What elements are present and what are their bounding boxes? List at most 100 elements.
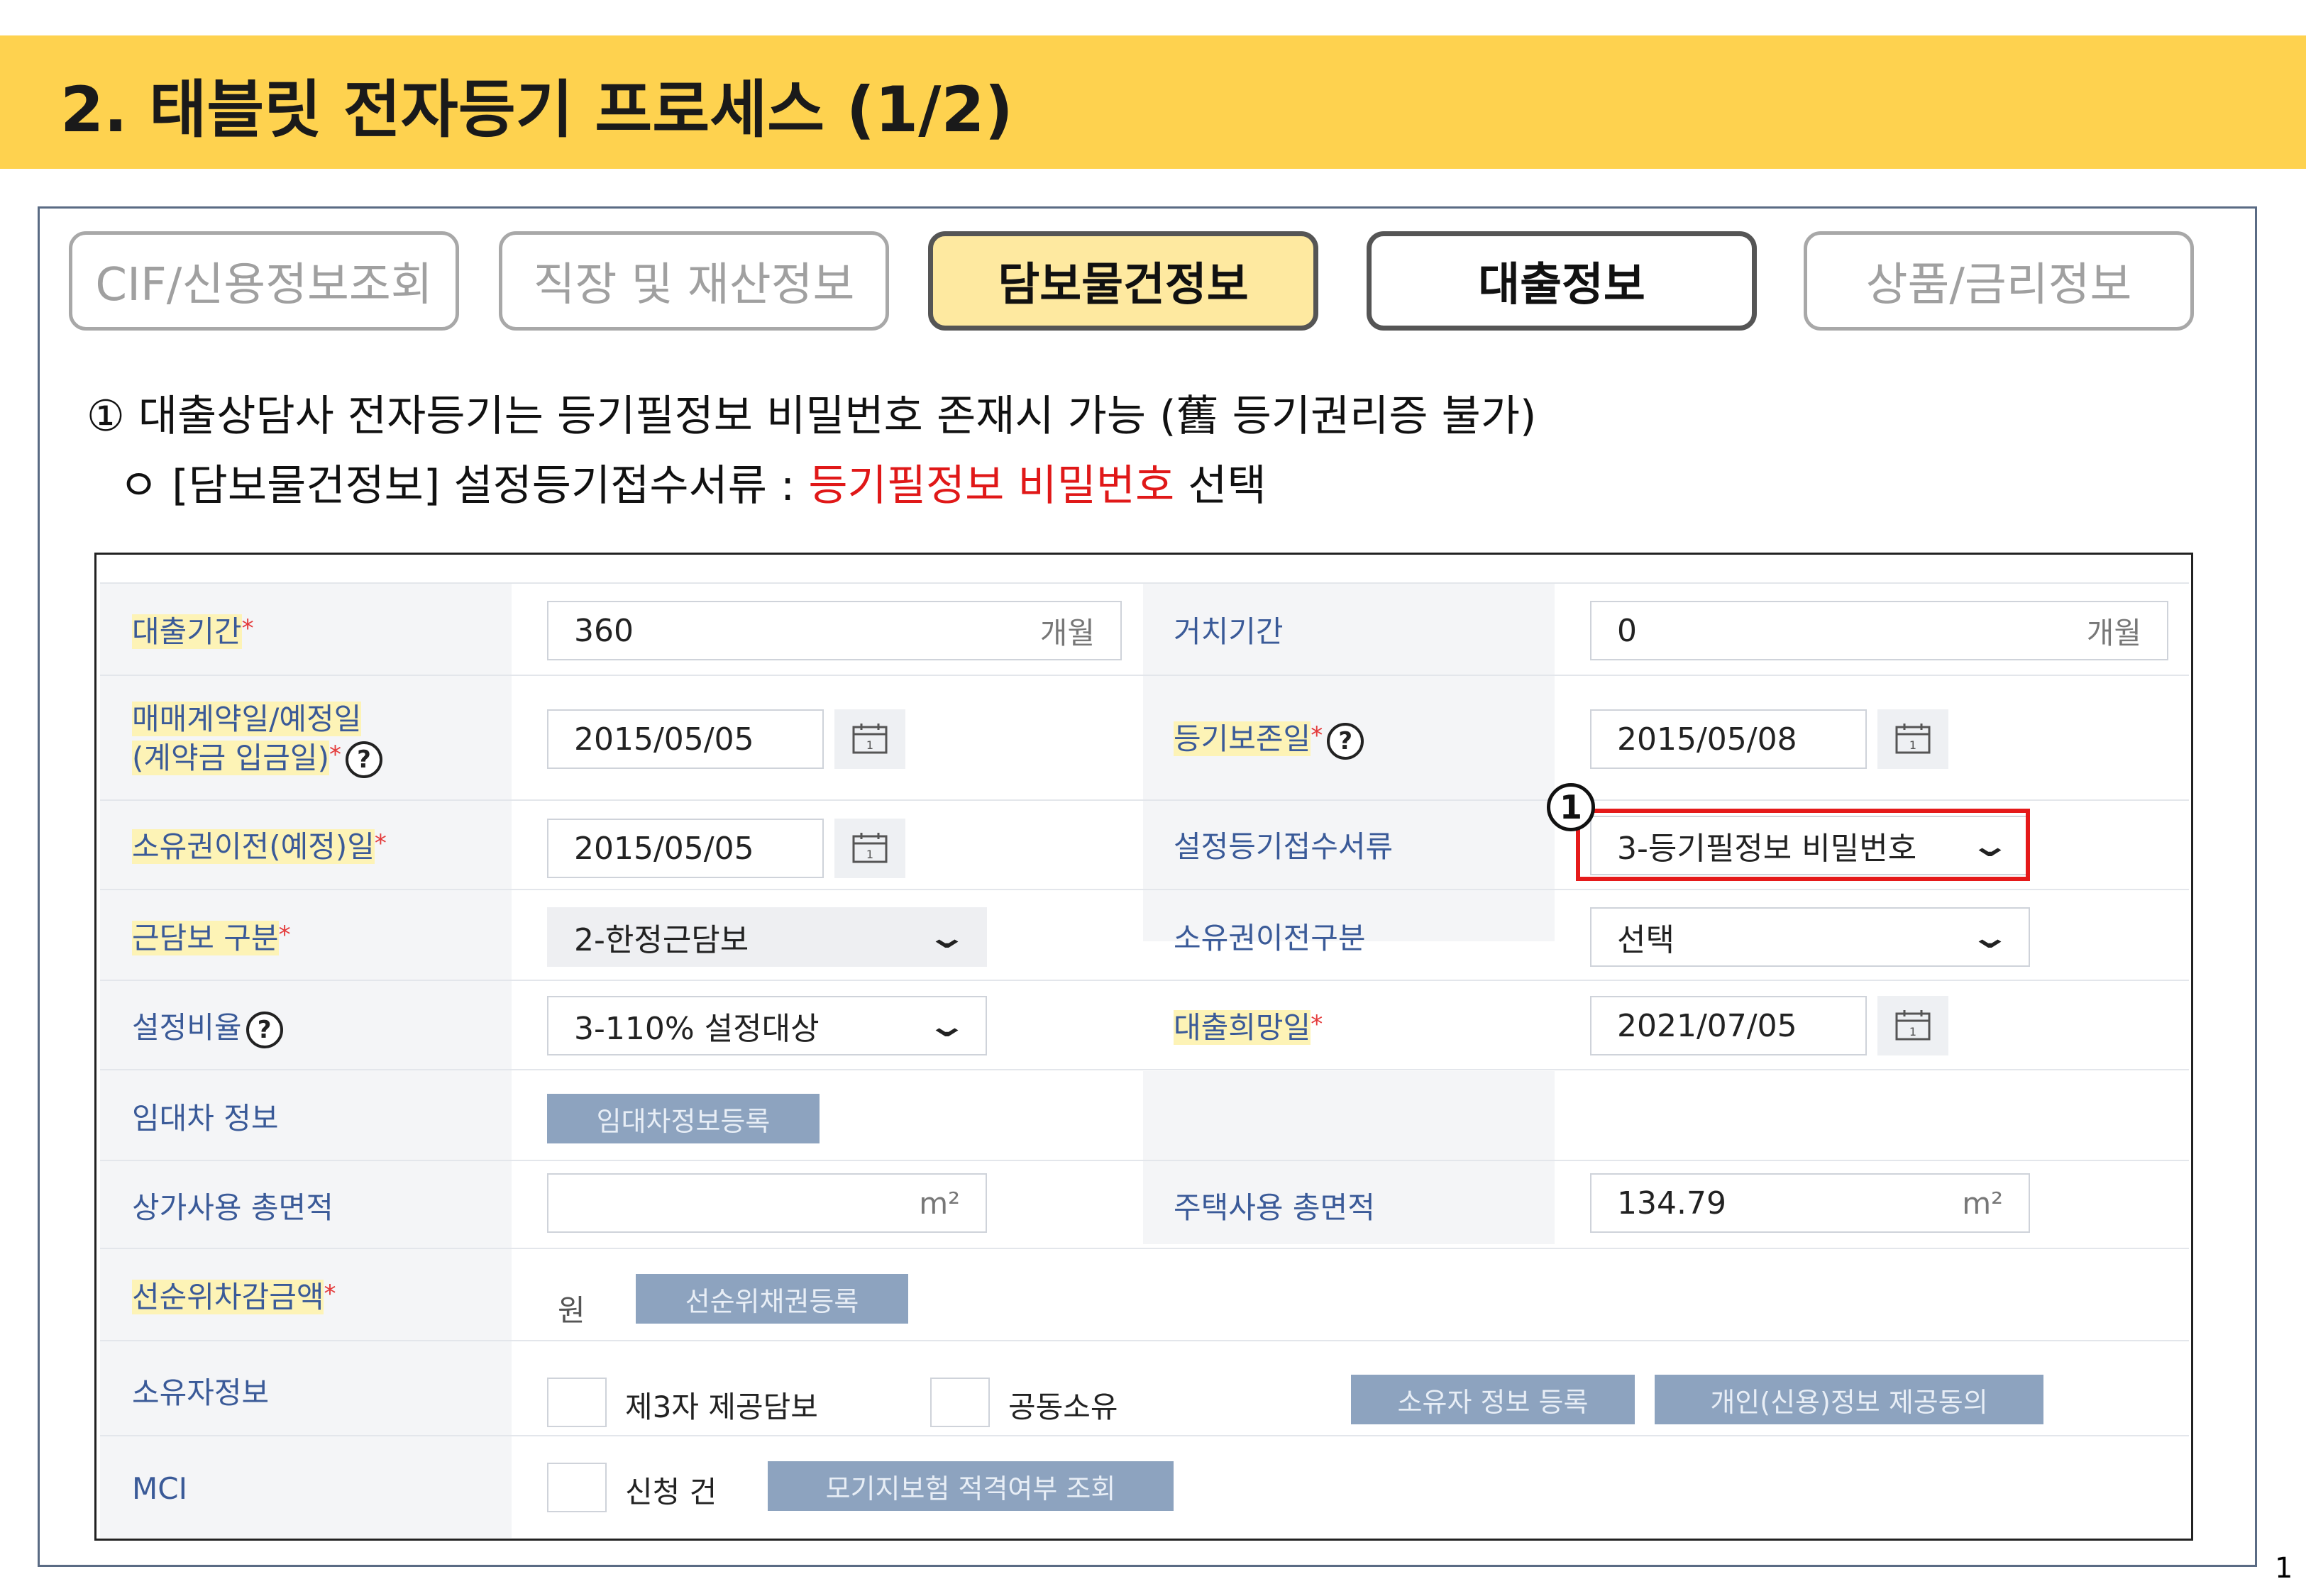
calendar-icon[interactable]: 1 xyxy=(834,709,905,769)
calendar-icon[interactable]: 1 xyxy=(1877,996,1948,1055)
required-mark: * xyxy=(374,829,387,858)
collateral-type-select[interactable]: 2-한정근담보 ⌄ xyxy=(547,907,987,967)
desired-loan-date-label: 대출희망일 xyxy=(1174,1010,1311,1045)
row-senior-deduction xyxy=(100,1248,2189,1341)
mci-label: MCI xyxy=(132,1471,187,1506)
field-label: MCI xyxy=(132,1470,187,1509)
calendar-icon[interactable]: 1 xyxy=(834,819,905,878)
help-icon[interactable]: ? xyxy=(1327,722,1364,760)
owner-info-label: 소유자정보 xyxy=(132,1375,270,1410)
personal-info-consent-button[interactable]: 개인(신용)정보 제공동의 xyxy=(1655,1375,2043,1424)
field-label: 설정비율? xyxy=(132,1009,283,1048)
transfer-type-label: 소유권이전구분 xyxy=(1174,921,1366,955)
row-setting-ratio xyxy=(100,980,2189,1070)
field-label: 소유자정보 xyxy=(132,1374,269,1413)
tab-collateral-info[interactable]: 담보물건정보 xyxy=(928,231,1318,331)
commercial-area-input[interactable]: m² xyxy=(547,1173,987,1233)
calendar-icon[interactable]: 1 xyxy=(1877,709,1948,769)
svg-text:1: 1 xyxy=(866,848,873,861)
loan-period-label: 대출기간 xyxy=(132,614,242,649)
help-icon[interactable]: ? xyxy=(345,741,382,779)
desired-loan-date-input[interactable]: 2021/07/05 xyxy=(1590,996,1867,1055)
mci-application-checkbox[interactable] xyxy=(547,1463,607,1512)
transfer-type-value: 선택 xyxy=(1617,922,1675,958)
row-contract-date xyxy=(100,675,2189,801)
setting-ratio-value: 3-110% 설정대상 xyxy=(574,1011,820,1047)
grace-period-label: 거치기간 xyxy=(1174,614,1284,649)
help-icon[interactable]: ? xyxy=(246,1011,283,1048)
contract-date-value: 2015/05/05 xyxy=(574,721,754,758)
third-party-checkbox[interactable] xyxy=(547,1378,607,1427)
transfer-date-input[interactable]: 2015/05/05 xyxy=(547,819,824,878)
required-mark: * xyxy=(329,740,341,769)
register-owner-button[interactable]: 소유자 정보 등록 xyxy=(1351,1375,1635,1424)
description-line-2: ㅇ [담보물건정보] 설정등기접수서류 : 등기필정보 비밀번호 선택 xyxy=(119,451,1267,513)
mortgage-insurance-check-button[interactable]: 모기지보험 적격여부 조회 xyxy=(768,1461,1174,1511)
registry-date-value: 2015/05/08 xyxy=(1617,721,1797,758)
setting-ratio-select[interactable]: 3-110% 설정대상 ⌄ xyxy=(547,996,987,1055)
collateral-type-value: 2-한정근담보 xyxy=(574,922,749,958)
field-label: 임대차 정보 xyxy=(132,1099,279,1138)
row-lease-info xyxy=(100,1069,2189,1161)
residential-area-value: 134.79 xyxy=(1617,1185,1726,1221)
transfer-type-select[interactable]: 선택 ⌄ xyxy=(1590,907,2030,967)
highlight-box xyxy=(1576,809,2030,881)
required-mark: * xyxy=(1311,1010,1323,1038)
tab-loan-info[interactable]: 대출정보 xyxy=(1367,231,1757,331)
tab-cif-credit-inquiry[interactable]: CIF/신용정보조회 xyxy=(69,231,459,331)
unit-square-meter: m² xyxy=(919,1185,960,1221)
register-senior-claim-button[interactable]: 선순위채권등록 xyxy=(636,1274,908,1324)
tab-label: 상품/금리정보 xyxy=(1865,259,2132,311)
tab-product-rate[interactable]: 상품/금리정보 xyxy=(1804,231,2194,331)
desired-loan-date-value: 2021/07/05 xyxy=(1617,1007,1797,1044)
loan-period-input[interactable]: 360 개월 xyxy=(547,601,1122,660)
grace-period-value: 0 xyxy=(1617,612,1637,649)
mci-application-checkbox-label: 신청 건 xyxy=(625,1475,717,1509)
joint-ownership-checkbox[interactable] xyxy=(930,1378,990,1427)
collateral-type-label: 근담보 구분 xyxy=(132,921,279,955)
lease-info-label: 임대차 정보 xyxy=(132,1101,279,1136)
svg-text:1: 1 xyxy=(1909,1025,1916,1038)
unit-square-meter: m² xyxy=(1962,1185,2003,1221)
chevron-down-icon: ⌄ xyxy=(1969,919,2012,955)
svg-text:1: 1 xyxy=(1909,738,1916,752)
tab-job-property[interactable]: 직장 및 재산정보 xyxy=(499,231,889,331)
description-prefix: ㅇ [담보물건정보] 설정등기접수서류 : xyxy=(119,461,809,511)
grace-period-input[interactable]: 0 개월 xyxy=(1590,601,2168,660)
residential-area-input[interactable]: 134.79 m² xyxy=(1590,1173,2030,1233)
page-number: 1 xyxy=(2275,1552,2293,1585)
chevron-down-icon: ⌄ xyxy=(926,919,969,955)
commercial-area-label: 상가사용 총면적 xyxy=(132,1190,333,1225)
tab-label: 대출정보 xyxy=(1478,259,1645,311)
chevron-down-icon: ⌄ xyxy=(926,1007,969,1044)
description-highlight: 등기필정보 비밀번호 xyxy=(808,461,1175,511)
annotation-marker: 1 xyxy=(1547,783,1595,831)
senior-deduction-label: 선순위차감금액 xyxy=(132,1280,324,1314)
description-line-1: ① 대출상담사 전자등기는 등기필정보 비밀번호 존재시 가능 (舊 등기권리증… xyxy=(87,392,1537,441)
residential-area-label: 주택사용 총면적 xyxy=(1174,1190,1375,1225)
transfer-date-value: 2015/05/05 xyxy=(574,830,754,867)
unit-won: 원 xyxy=(558,1293,585,1328)
field-label: 상가사용 총면적 xyxy=(132,1189,333,1228)
required-mark: * xyxy=(324,1280,336,1308)
contract-date-label-1: 매매계약일/예정일 xyxy=(132,702,362,736)
unit-months: 개월 xyxy=(1039,615,1095,650)
registry-date-input[interactable]: 2015/05/08 xyxy=(1590,709,1867,769)
required-mark: * xyxy=(241,614,254,643)
required-mark: * xyxy=(278,921,291,949)
third-party-checkbox-label: 제3자 제공담보 xyxy=(625,1390,818,1424)
registration-docs-label: 설정등기접수서류 xyxy=(1174,829,1394,864)
setting-ratio-label: 설정비율 xyxy=(132,1010,242,1045)
unit-months: 개월 xyxy=(2086,615,2141,650)
field-label: 등기보존일*? xyxy=(1174,720,1364,760)
field-label: 매매계약일/예정일 (계약금 입금일)*? xyxy=(132,700,382,779)
required-mark: * xyxy=(1311,721,1323,750)
register-lease-button[interactable]: 임대차정보등록 xyxy=(547,1094,820,1143)
tab-label: 담보물건정보 xyxy=(998,259,1249,311)
field-label: 소유권이전구분 xyxy=(1174,919,1365,958)
contract-date-input[interactable]: 2015/05/05 xyxy=(547,709,824,769)
description-suffix: 선택 xyxy=(1174,461,1267,511)
svg-text:1: 1 xyxy=(866,738,873,752)
field-label: 대출희망일* xyxy=(1174,1009,1323,1048)
tab-label: CIF/신용정보조회 xyxy=(95,259,433,311)
